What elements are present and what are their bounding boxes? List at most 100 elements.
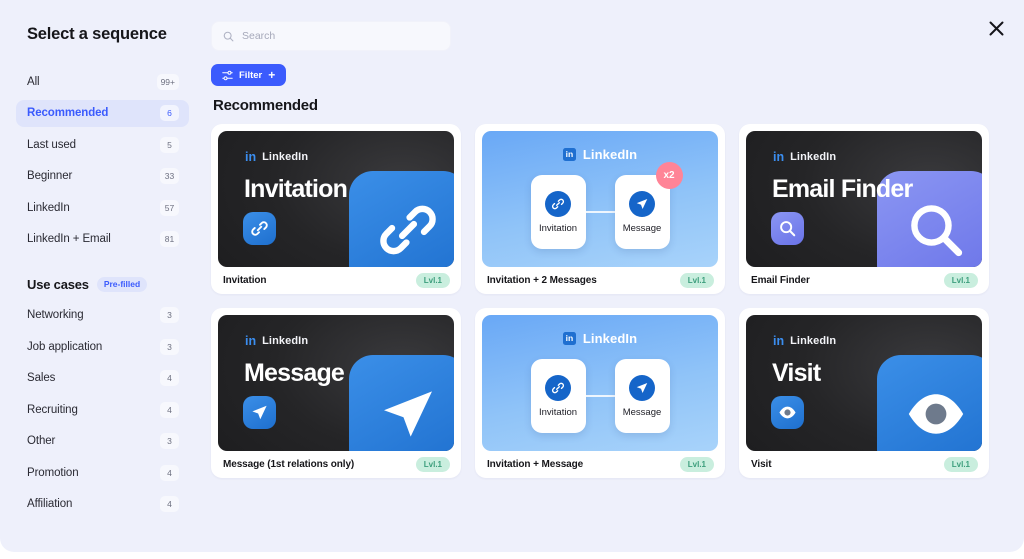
link-icon (551, 198, 565, 209)
sidebar-usecase-list: Networking 3 Job application 3 Sales 4 Recruit… (16, 302, 189, 518)
level-badge: Lvl.1 (943, 273, 978, 288)
use-cases-title: Use cases (27, 276, 89, 292)
sequence-card[interactable]: in LinkedIn Message Message (1st relatio… (211, 308, 461, 478)
brand-linkedin: in LinkedIn (245, 335, 308, 348)
card-app-icon (243, 212, 276, 245)
sidebar-item-count: 99+ (156, 73, 179, 90)
sidebar-item-other[interactable]: Other 3 (16, 428, 189, 455)
sidebar-item-label: Recommended (27, 107, 109, 119)
link-icon (551, 382, 565, 393)
card-thumbnail: in LinkedIn Invitation Message (482, 315, 718, 451)
card-artwork (349, 355, 454, 451)
close-icon[interactable] (982, 14, 1010, 42)
card-title: Invitation (223, 275, 267, 286)
level-badge: Lvl.1 (679, 273, 714, 288)
sidebar-item-recommended[interactable]: Recommended 6 (16, 99, 189, 127)
level-badge: Lvl.1 (415, 273, 450, 288)
linkedin-logo-icon: in (245, 334, 257, 348)
sidebar-item-label: Promotion (27, 466, 79, 479)
card-artwork (349, 171, 454, 267)
sidebar-item-count: 33 (160, 168, 179, 184)
flow-node-label: Message (622, 222, 662, 234)
brand-label: LinkedIn (262, 151, 309, 164)
link-icon (380, 205, 436, 255)
filter-button[interactable]: Filter + (211, 64, 287, 86)
select-sequence-modal: Select a sequence All 99+ Recommended 6 Last… (0, 0, 1024, 552)
eye-icon (779, 406, 796, 419)
sequence-card[interactable]: in LinkedIn Visit Visit Lvl.1 (739, 308, 989, 478)
card-title: Email Finder (751, 275, 810, 286)
sidebar-item-promotion[interactable]: Promotion 4 (16, 459, 189, 486)
linkedin-logo-icon: in (773, 150, 785, 164)
sidebar-item-count: 3 (160, 338, 179, 355)
card-title: Visit (751, 459, 772, 470)
card-headline: Email Finder (772, 175, 913, 203)
magnifier-icon (911, 205, 963, 257)
sidebar-item-networking[interactable]: Networking 3 (16, 302, 189, 329)
flow-node[interactable]: Invitation (530, 175, 586, 249)
send-icon (636, 198, 648, 209)
sidebar-item-count: 81 (160, 231, 179, 247)
sidebar-item-count: 3 (160, 307, 179, 323)
sidebar-item-job-application[interactable]: Job application 3 (16, 333, 189, 360)
flow-connector (585, 395, 615, 397)
sequence-card[interactable]: in LinkedIn Invitation Message Invitatio… (475, 308, 725, 478)
sidebar: Select a sequence All 99+ Recommended 6 Last… (0, 0, 205, 552)
sidebar-item-label: LinkedIn (27, 201, 70, 214)
link-icon (251, 221, 268, 236)
sequence-card[interactable]: in LinkedIn Invitation Invitation Lvl.1 (211, 124, 461, 294)
brand-linkedin: in LinkedIn (773, 151, 836, 164)
card-footer: Invitation + Message Lvl.1 (482, 451, 718, 478)
section-title: Recommended (213, 97, 318, 114)
filter-button-label: Filter (239, 69, 263, 81)
filter-plus-icon: + (268, 68, 276, 82)
brand-linkedin: in LinkedIn (773, 335, 836, 348)
sidebar-item-count: 4 (160, 370, 179, 386)
card-app-icon (771, 396, 804, 429)
linkedin-logo-icon: in (245, 150, 257, 164)
level-badge: Lvl.1 (415, 457, 450, 472)
sidebar-item-all[interactable]: All 99+ (16, 68, 189, 95)
sidebar-item-last-used[interactable]: Last used 5 (16, 131, 189, 158)
sidebar-item-sales[interactable]: Sales 4 (16, 365, 189, 392)
card-app-icon (243, 396, 276, 429)
sequence-card[interactable]: in LinkedIn Invitation x2 Message Invita… (475, 124, 725, 294)
linkedin-logo-icon: in (562, 148, 576, 161)
repeat-badge: x2 (655, 162, 683, 189)
card-footer: Invitation Lvl.1 (218, 267, 454, 294)
close-glyph (989, 21, 1003, 35)
card-title: Message (1st relations only) (223, 459, 355, 470)
flow-node[interactable]: Invitation (530, 359, 586, 433)
card-thumbnail: in LinkedIn Invitation (218, 131, 454, 267)
sidebar-filter-list: All 99+ Recommended 6 Last used 5 Beginner 33 Li… (16, 68, 189, 253)
card-thumbnail: in LinkedIn Visit (746, 315, 982, 451)
sidebar-item-label: Job application (27, 340, 103, 353)
sidebar-item-recruiting[interactable]: Recruiting 4 (16, 396, 189, 423)
flow-node-label: Message (622, 406, 662, 418)
use-cases-header: Use cases Pre-filled (27, 276, 189, 292)
sliders-icon (222, 70, 233, 80)
sidebar-item-beginner[interactable]: Beginner 33 (16, 163, 189, 190)
card-thumbnail: in LinkedIn Invitation x2 Message (482, 131, 718, 267)
card-thumbnail: in LinkedIn Message (218, 315, 454, 451)
flow-node-icon (629, 190, 655, 217)
level-badge: Lvl.1 (943, 457, 978, 472)
search-input[interactable] (242, 30, 439, 42)
search-box[interactable] (211, 21, 451, 51)
flow-node[interactable]: Message (614, 359, 670, 433)
sequence-card[interactable]: in LinkedIn Email Finder Email Finder Lv… (739, 124, 989, 294)
sidebar-item-linkedin[interactable]: LinkedIn 57 (16, 194, 189, 221)
flow-node[interactable]: x2 Message (614, 162, 683, 249)
sidebar-item-affiliation[interactable]: Affiliation 4 (16, 491, 189, 518)
flow-diagram: Invitation x2 Message (482, 162, 718, 249)
main-panel: Filter + Recommended in LinkedIn Invitat… (205, 0, 1024, 552)
linkedin-logo-icon: in (773, 334, 785, 348)
sidebar-item-linkedin-email[interactable]: LinkedIn + Email 81 (16, 226, 189, 253)
sidebar-item-count: 57 (160, 199, 179, 216)
flow-diagram: Invitation Message (482, 359, 718, 433)
search-field[interactable] (211, 21, 451, 51)
page-title: Select a sequence (27, 25, 167, 43)
card-title: Invitation + Message (487, 459, 584, 470)
sidebar-item-label: Sales (27, 372, 56, 384)
card-artwork (877, 355, 982, 451)
